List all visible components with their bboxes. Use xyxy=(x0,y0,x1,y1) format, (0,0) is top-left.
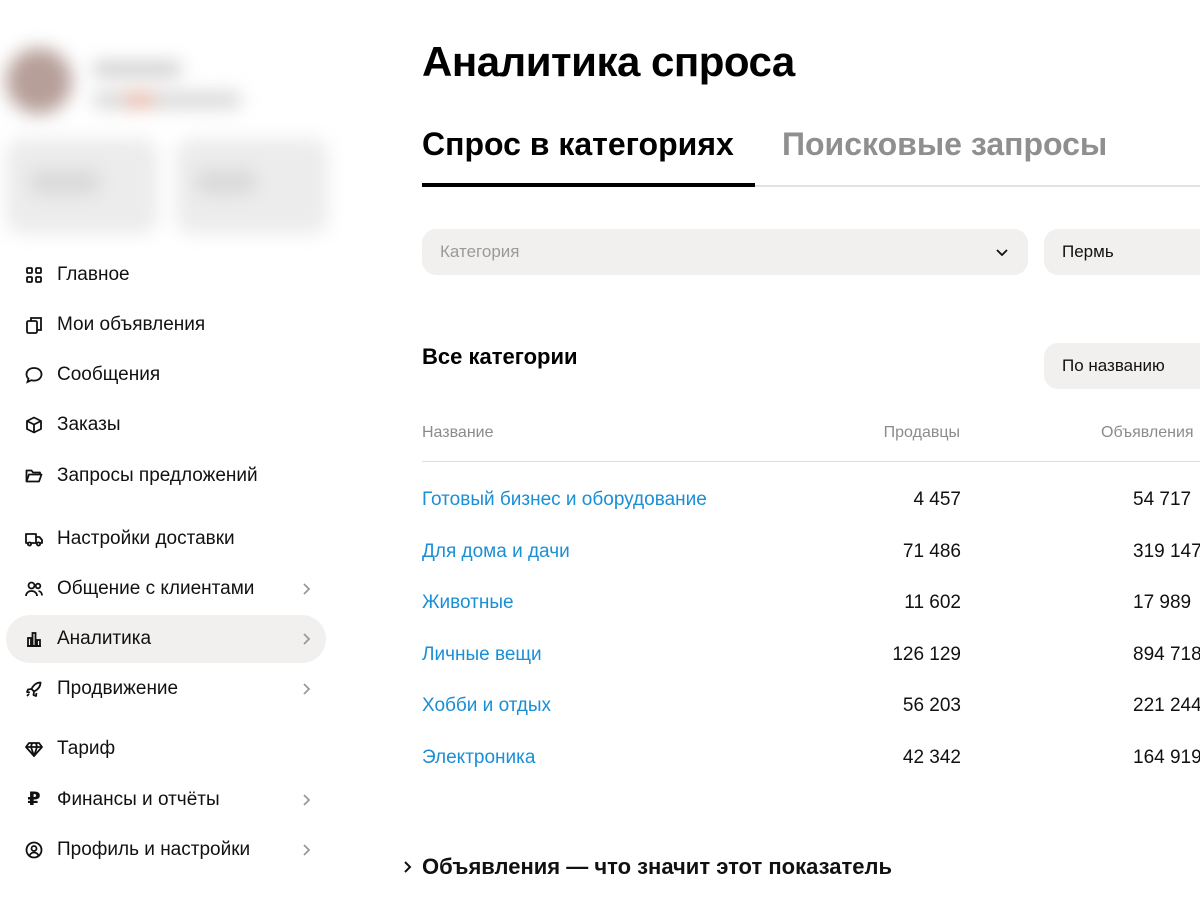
chevron-right-icon xyxy=(303,583,311,595)
sidebar-item-label: Аналитика xyxy=(57,628,152,649)
chevron-right-icon xyxy=(303,844,311,856)
grid-icon xyxy=(23,264,45,286)
category-link[interactable]: Электроника xyxy=(422,747,535,769)
sellers-count: 56 203 xyxy=(902,695,961,716)
sidebar-item-my-ads[interactable]: Мои объявления xyxy=(6,301,326,349)
chevron-right-icon xyxy=(303,633,311,645)
sidebar-item-delivery-settings[interactable]: Настройки доставки xyxy=(6,515,326,563)
sidebar-item-main[interactable]: Главное xyxy=(6,251,326,299)
sidebar-item-label: Мои объявления xyxy=(57,314,206,335)
sort-select-value: По названию xyxy=(1062,356,1165,375)
section-title: Все категории xyxy=(422,344,578,369)
sellers-count: 42 342 xyxy=(902,747,961,768)
table-row: Хобби и отдых 56 203 221 244 xyxy=(422,695,1200,725)
chevron-right-icon xyxy=(404,861,412,873)
column-header-ads[interactable]: Объявления xyxy=(1101,424,1194,442)
sellers-count: 4 457 xyxy=(913,489,961,510)
sidebar-item-tariff[interactable]: Тариф xyxy=(6,725,326,773)
ads-count: 221 244 xyxy=(1133,695,1200,716)
ads-count: 54 717 xyxy=(1133,489,1192,510)
city-select[interactable]: Пермь xyxy=(1044,229,1200,275)
truck-icon xyxy=(23,528,45,550)
sidebar-item-label: Запросы предложений xyxy=(57,465,258,486)
rocket-icon xyxy=(23,678,45,700)
table-header-divider xyxy=(422,461,1200,462)
table-row: Животные 11 602 17 989 xyxy=(422,592,1200,622)
sidebar-item-label: Профиль и настройки xyxy=(57,839,251,860)
sidebar-item-label: Главное xyxy=(57,264,130,285)
category-select-placeholder: Категория xyxy=(440,242,520,261)
ads-count: 319 147 xyxy=(1133,541,1200,562)
sellers-count: 126 129 xyxy=(892,644,961,665)
sidebar-item-label: Общение с клиентами xyxy=(57,578,255,599)
user-circle-icon xyxy=(23,839,45,861)
chevron-right-icon xyxy=(303,794,311,806)
column-header-sellers[interactable]: Продавцы xyxy=(884,424,960,442)
ads-metric-explainer-toggle[interactable]: Объявления — что значит этот показатель xyxy=(398,854,892,880)
avatar xyxy=(6,48,72,114)
bar-chart-icon xyxy=(23,628,45,650)
chat-bubble-icon xyxy=(23,364,45,386)
users-icon xyxy=(23,578,45,600)
sidebar-item-orders[interactable]: Заказы xyxy=(6,401,326,449)
sidebar-item-label: Настройки доставки xyxy=(57,528,235,549)
sidebar-item-label: Заказы xyxy=(57,414,121,435)
category-link[interactable]: Личные вещи xyxy=(422,644,542,666)
category-link[interactable]: Животные xyxy=(422,592,514,614)
category-link[interactable]: Для дома и дачи xyxy=(422,541,570,563)
sidebar-item-offer-requests[interactable]: Запросы предложений xyxy=(6,452,326,500)
sort-select[interactable]: По названию xyxy=(1044,343,1200,389)
city-select-value: Пермь xyxy=(1062,242,1114,261)
chevron-down-icon xyxy=(996,249,1008,257)
category-select[interactable]: Категория xyxy=(422,229,1028,275)
table-row: Электроника 42 342 164 919 xyxy=(422,747,1200,777)
sidebar-item-customer-communication[interactable]: Общение с клиентами xyxy=(6,565,326,613)
sidebar-item-label: Продвижение xyxy=(57,678,179,699)
category-link[interactable]: Готовый бизнес и оборудование xyxy=(422,489,707,511)
column-header-name[interactable]: Название xyxy=(422,424,494,442)
sidebar-item-profile-settings[interactable]: Профиль и настройки xyxy=(6,826,326,874)
tab-category-demand[interactable]: Спрос в категориях xyxy=(422,126,734,163)
ruble-icon: ₽ xyxy=(27,789,41,810)
copy-icon xyxy=(23,314,45,336)
sellers-count: 11 602 xyxy=(904,592,961,613)
sidebar-item-label: Тариф xyxy=(57,738,116,759)
folder-open-icon xyxy=(23,465,45,487)
sidebar-item-messages[interactable]: Сообщения xyxy=(6,351,326,399)
diamond-icon xyxy=(23,738,45,760)
category-link[interactable]: Хобби и отдых xyxy=(422,695,551,717)
ads-count: 17 989 xyxy=(1133,592,1192,613)
sidebar-item-finance-reports[interactable]: ₽ Финансы и отчёты xyxy=(6,776,326,824)
box-icon xyxy=(23,414,45,436)
table-row: Для дома и дачи 71 486 319 147 xyxy=(422,541,1200,571)
tab-search-queries[interactable]: Поисковые запросы xyxy=(782,126,1107,163)
explainer-label: Объявления — что значит этот показатель xyxy=(422,854,892,879)
ads-count: 894 718 xyxy=(1133,644,1200,665)
sidebar-item-label: Сообщения xyxy=(57,364,161,385)
sidebar-item-analytics[interactable]: Аналитика xyxy=(6,615,326,663)
ads-count: 164 919 xyxy=(1133,747,1200,768)
active-tab-indicator xyxy=(422,183,755,187)
table-row: Готовый бизнес и оборудование 4 457 54 7… xyxy=(422,489,1200,519)
sellers-count: 71 486 xyxy=(902,541,961,562)
sidebar-item-promotion[interactable]: Продвижение xyxy=(6,665,326,713)
table-row: Личные вещи 126 129 894 718 xyxy=(422,644,1200,674)
sidebar-item-label: Финансы и отчёты xyxy=(57,789,220,810)
page-title: Аналитика спроса xyxy=(422,38,795,85)
chevron-right-icon xyxy=(303,683,311,695)
profile-summary-blurred xyxy=(0,20,340,235)
